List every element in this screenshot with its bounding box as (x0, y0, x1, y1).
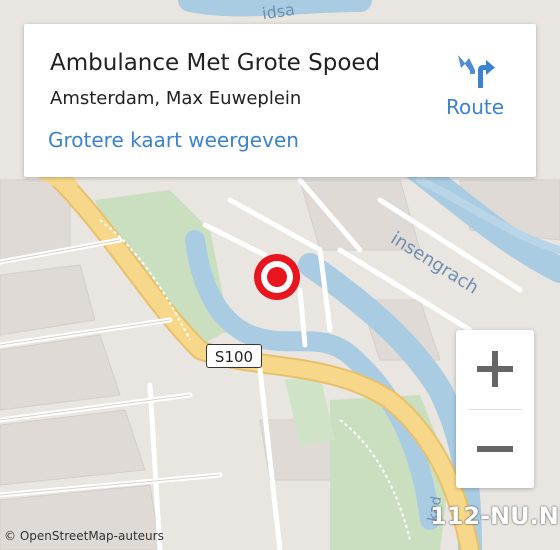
minus-icon (477, 446, 513, 452)
zoom-out-button[interactable] (456, 410, 534, 488)
map-attribution[interactable]: © OpenStreetMap-auteurs (4, 529, 164, 543)
route-button[interactable]: Route (432, 50, 518, 120)
zoom-control (456, 330, 534, 488)
incident-address: Amsterdam, Max Euweplein (50, 88, 302, 109)
target-marker-icon[interactable] (251, 251, 303, 303)
directions-icon (458, 55, 495, 88)
route-label: Route (445, 95, 505, 119)
info-card: Ambulance Met Grote Spoed Amsterdam, Max… (24, 24, 536, 177)
larger-map-link[interactable]: Grotere kaart weergeven (48, 128, 299, 152)
watermark-logo: 112-NU.NL (430, 502, 560, 530)
incident-title: Ambulance Met Grote Spoed (50, 50, 381, 76)
map-view[interactable]: insengrach idsa kad S100 Ambulance Met G… (0, 0, 560, 550)
zoom-in-button[interactable] (456, 330, 534, 408)
road-shield: S100 (206, 344, 262, 368)
plus-icon (477, 351, 513, 387)
